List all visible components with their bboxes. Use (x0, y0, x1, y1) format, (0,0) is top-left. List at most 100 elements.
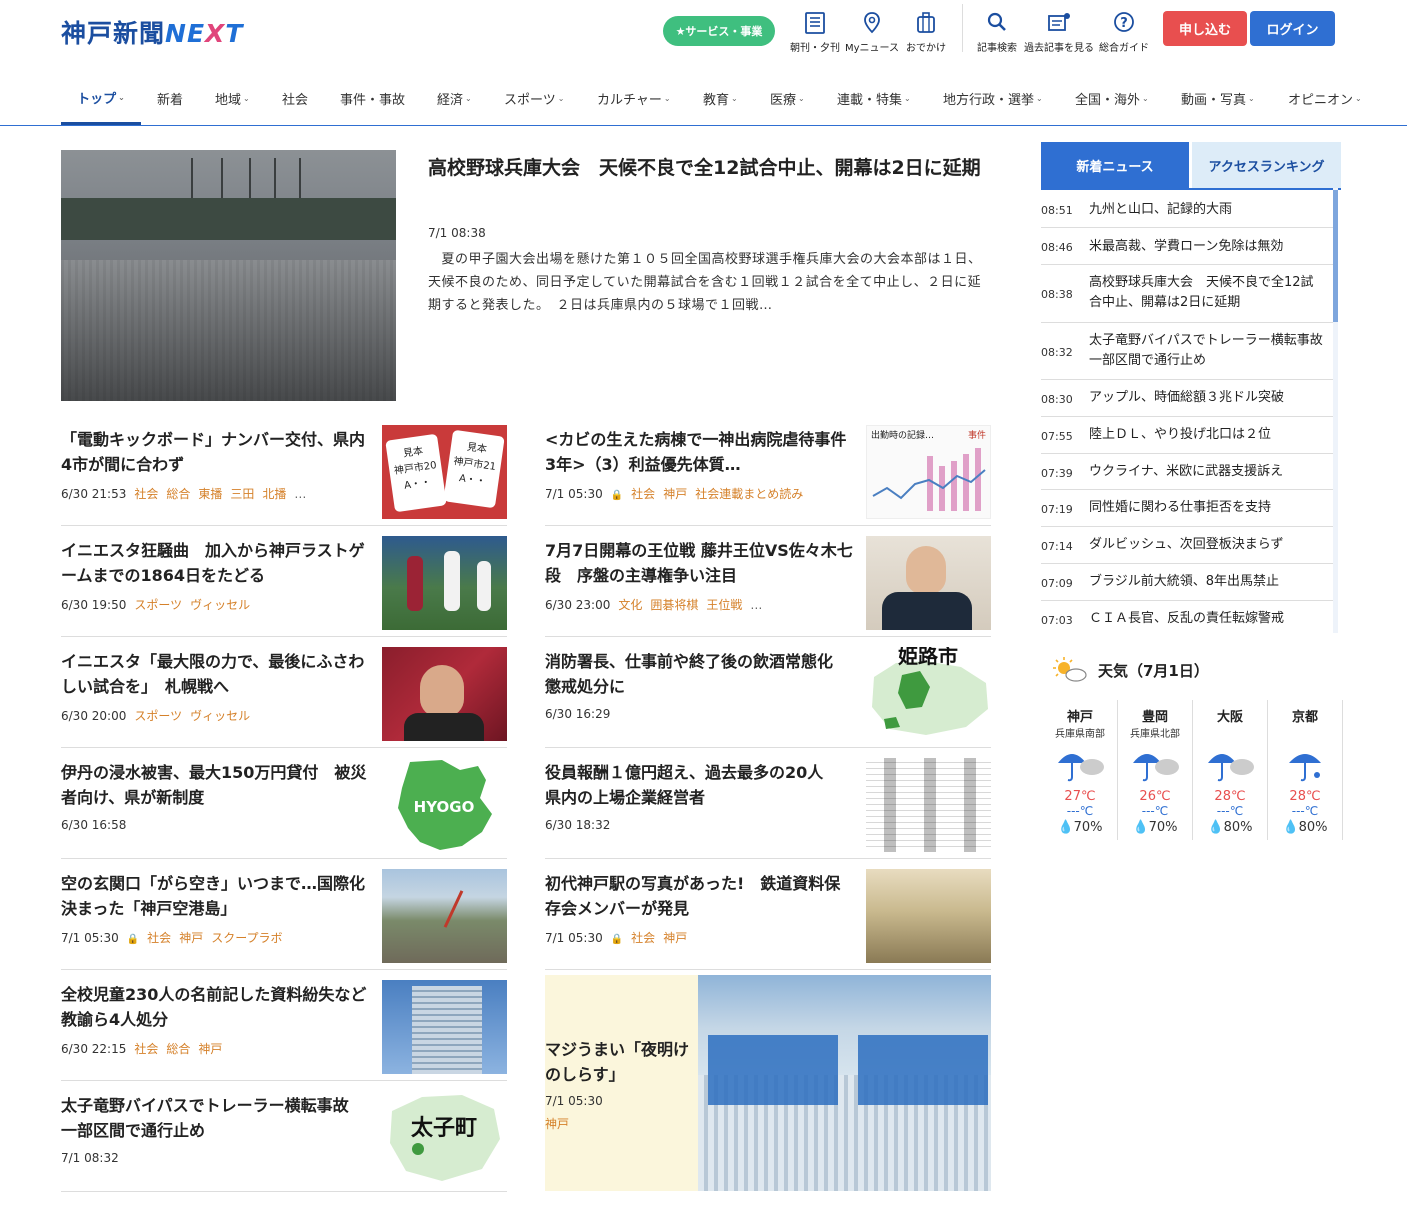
weather-city-toyooka[interactable]: 豊岡 兵庫県北部 26℃ ---℃ 💧70% (1118, 700, 1193, 840)
nav-item-society[interactable]: 社会 (282, 72, 308, 125)
list-item[interactable]: 07:03 ＣＩＡ長官、反乱の責任転嫁警戒 (1041, 601, 1333, 633)
article-card[interactable]: 伊丹の浸水被害、最大150万円貸付 被災者向け、県が新制度 6/30 16:58… (61, 758, 507, 859)
weather-city-kobe[interactable]: 神戸 兵庫県南部 27℃ ---℃ 💧70% (1043, 700, 1118, 840)
site-header: 神戸新聞NEXT ★サービス・事業 朝刊・夕刊 Myニュース おでかけ 記事検索… (0, 0, 1407, 72)
suitcase-icon (917, 12, 935, 33)
article-title[interactable]: 7月7日開幕の王位戦 藤井王位VS佐々木七段 序盤の主導権争い注目 (545, 538, 855, 588)
svg-text:?: ? (1120, 16, 1128, 31)
list-item[interactable]: 08:46 米最高裁、学費ローン免除は無効 (1041, 228, 1333, 265)
article-thumbnail[interactable]: 出勤時の記録… 事件 (866, 425, 991, 519)
nav-item-national-world[interactable]: 全国・海外 ⌄ (1075, 72, 1149, 125)
article-meta: 7/1 05:30 🔒 社会 神戸 社会連載まとめ読み (545, 487, 804, 501)
feature-image[interactable] (61, 150, 396, 401)
scrollbar-thumb[interactable] (1333, 190, 1338, 322)
list-item[interactable]: 07:14 ダルビッシュ、次回登板決まらず (1041, 527, 1333, 564)
nav-item-medical[interactable]: 医療 ⌄ (770, 72, 805, 125)
list-item[interactable]: 07:19 同性婚に関わる仕事拒否を支持 (1041, 490, 1333, 527)
article-card[interactable]: 太子竜野バイパスでトレーラー横転事故 一部区間で通行止め 7/1 08:32 太… (61, 1091, 507, 1192)
news-list-scrollbar[interactable] (1333, 188, 1338, 633)
weather-city-kyoto[interactable]: 京都 28℃ ---℃ 💧80% (1268, 700, 1343, 840)
list-item[interactable]: 07:39 ウクライナ、米欧に武器支援訴え (1041, 454, 1333, 490)
chevron-down-icon: ⌄ (1355, 94, 1362, 103)
article-card[interactable]: 7月7日開幕の王位戦 藤井王位VS佐々木七段 序盤の主導権争い注目 6/30 2… (545, 536, 991, 637)
morning-evening-edition-link[interactable]: 朝刊・夕刊 (790, 10, 840, 54)
pin-icon (864, 12, 880, 34)
article-title[interactable]: 空の玄関口「がら空き」いつまで…国際化決まった「神戸空港島」 (61, 871, 371, 921)
article-thumbnail[interactable]: 太子町 (382, 1091, 507, 1185)
login-button[interactable]: ログイン (1250, 11, 1335, 46)
umbrella-cloud-icon (1058, 754, 1104, 782)
article-title[interactable]: 伊丹の浸水被害、最大150万円貸付 被災者向け、県が新制度 (61, 760, 371, 810)
article-thumbnail[interactable] (382, 980, 507, 1074)
feature-card-image[interactable] (698, 975, 991, 1191)
article-thumbnail[interactable]: 姫路市 (866, 647, 991, 741)
nav-item-education[interactable]: 教育 ⌄ (703, 72, 738, 125)
article-thumbnail[interactable] (866, 758, 991, 852)
chevron-down-icon: ⌄ (1248, 94, 1255, 103)
list-item[interactable]: 08:32 太子竜野バイパスでトレーラー横転事故 一部区間で通行止め (1041, 323, 1336, 380)
list-item[interactable]: 08:51 九州と山口、記録的大雨 (1041, 190, 1333, 228)
article-search-link[interactable]: 記事検索 (977, 10, 1017, 54)
nav-item-economy[interactable]: 経済 ⌄ (437, 72, 472, 125)
general-guide-link[interactable]: ? 総合ガイド (1099, 10, 1149, 54)
article-thumbnail[interactable] (382, 647, 507, 741)
nav-item-opinion[interactable]: オピニオン ⌄ (1288, 72, 1362, 125)
article-card[interactable]: 「電動キックボード」ナンバー交付、県内4市が間に合わず 6/30 21:53 社会… (61, 425, 507, 526)
article-meta: 6/30 19:50 スポーツ ヴィッセル (61, 598, 251, 612)
list-item[interactable]: 07:55 陸上ＤＬ、やり投げ北口は２位 (1041, 417, 1333, 454)
nav-item-video-photo[interactable]: 動画・写真 ⌄ (1181, 72, 1255, 125)
nav-item-incidents[interactable]: 事件・事故 (340, 72, 405, 125)
article-title[interactable]: イニエスタ狂騒曲 加入から神戸ラストゲームまでの1864日をたどる (61, 538, 371, 588)
article-tag[interactable]: 神戸 (545, 1115, 569, 1132)
article-title[interactable]: <カビの生えた病棟で一神出病院虐待事件3年>（3）利益優先体質… (545, 427, 855, 477)
article-title[interactable]: 「電動キックボード」ナンバー交付、県内4市が間に合わず (61, 427, 371, 477)
article-title[interactable]: 消防署長、仕事前や終了後の飲酒常態化 懲戒処分に (545, 649, 855, 699)
chevron-down-icon: ⌄ (243, 94, 250, 103)
article-title[interactable]: 初代神戸駅の写真があった! 鉄道資料保存会メンバーが発見 (545, 871, 855, 921)
nav-item-top[interactable]: トップ ⌄ (61, 72, 141, 125)
feature-card-shirasu[interactable]: マジうまい「夜明けのしらす」 7/1 05:30 神戸 (545, 975, 991, 1191)
article-card[interactable]: イニエスタ狂騒曲 加入から神戸ラストゲームまでの1864日をたどる 6/30 1… (61, 536, 507, 637)
feature-title[interactable]: 高校野球兵庫大会 天候不良で全12試合中止、開幕は2日に延期 (428, 152, 993, 184)
list-item[interactable]: 07:09 ブラジル前大統領、8年出馬禁止 (1041, 564, 1333, 601)
nav-item-culture[interactable]: カルチャー ⌄ (597, 72, 671, 125)
article-card[interactable]: 初代神戸駅の写真があった! 鉄道資料保存会メンバーが発見 7/1 05:30 🔒 社… (545, 869, 991, 970)
article-card[interactable]: 消防署長、仕事前や終了後の飲酒常態化 懲戒処分に 6/30 16:29 姫路市 (545, 647, 991, 748)
list-item[interactable]: 08:38 高校野球兵庫大会 天候不良で全12試合中止、開幕は2日に延期 (1041, 265, 1333, 323)
article-card[interactable]: 空の玄関口「がら空き」いつまで…国際化決まった「神戸空港島」 7/1 05:30… (61, 869, 507, 970)
article-thumbnail[interactable]: 見本 神戸市20 A・・ 見本 神戸市21 A・・ (382, 425, 507, 519)
article-card[interactable]: イニエスタ「最大限の力で、最後にふさわしい試合を」 札幌戦へ 6/30 20:0… (61, 647, 507, 748)
nav-item-region[interactable]: 地域 ⌄ (215, 72, 250, 125)
article-title[interactable]: マジうまい「夜明けのしらす」 (545, 1037, 698, 1087)
article-thumbnail[interactable]: HYOGO (382, 758, 507, 852)
outing-link[interactable]: おでかけ (906, 10, 946, 54)
chevron-down-icon: ⌄ (465, 94, 472, 103)
nav-item-series[interactable]: 連載・特集 ⌄ (837, 72, 911, 125)
weather-city-osaka[interactable]: 大阪 28℃ ---℃ 💧80% (1193, 700, 1268, 840)
apply-button[interactable]: 申し込む (1163, 11, 1247, 46)
service-button[interactable]: ★サービス・事業 (663, 16, 775, 46)
chevron-down-icon: ⌄ (1142, 94, 1149, 103)
article-thumbnail[interactable] (382, 536, 507, 630)
nav-item-local-politics[interactable]: 地方行政・選挙 ⌄ (943, 72, 1043, 125)
site-logo[interactable]: 神戸新聞NEXT (61, 14, 243, 50)
article-thumbnail[interactable] (382, 869, 507, 963)
article-title[interactable]: 役員報酬１億円超え、過去最多の20人 県内の上場企業経営者 (545, 760, 855, 810)
article-title[interactable]: イニエスタ「最大限の力で、最後にふさわしい試合を」 札幌戦へ (61, 649, 371, 699)
past-articles-link[interactable]: 過去記事を見る (1024, 10, 1094, 54)
nav-item-sports[interactable]: スポーツ ⌄ (504, 72, 564, 125)
list-item[interactable]: 08:30 アップル、時価総額３兆ドル突破 (1041, 380, 1333, 417)
article-card[interactable]: 役員報酬１億円超え、過去最多の20人 県内の上場企業経営者 6/30 18:32 (545, 758, 991, 859)
himeji-map-icon: 姫路市 (872, 647, 988, 735)
article-title[interactable]: 全校児童230人の名前記した資料紛失など 教諭ら4人処分 (61, 982, 382, 1032)
nav-item-latest[interactable]: 新着 (157, 72, 183, 125)
article-card[interactable]: <カビの生えた病棟で一神出病院虐待事件3年>（3）利益優先体質… 7/1 05:… (545, 425, 991, 526)
article-card[interactable]: 全校児童230人の名前記した資料紛失など 教諭ら4人処分 6/30 22:15 社… (61, 980, 507, 1081)
article-thumbnail[interactable] (866, 869, 991, 963)
tab-access-ranking[interactable]: アクセスランキング (1192, 142, 1341, 188)
tab-latest-news[interactable]: 新着ニュース (1041, 142, 1189, 188)
my-news-link[interactable]: Myニュース (845, 10, 899, 54)
article-title[interactable]: 太子竜野バイパスでトレーラー横転事故 一部区間で通行止め (61, 1093, 371, 1143)
article-thumbnail[interactable] (866, 536, 991, 630)
latest-news-list: 08:51 九州と山口、記録的大雨 08:46 米最高裁、学費ローン免除は無効 08… (1041, 188, 1341, 633)
